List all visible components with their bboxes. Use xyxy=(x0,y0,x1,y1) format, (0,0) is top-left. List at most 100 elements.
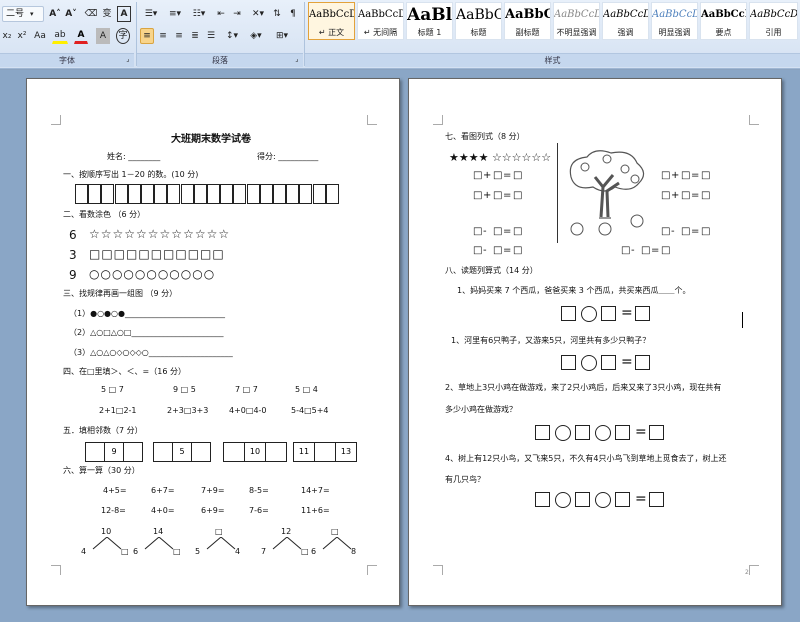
style-normal[interactable]: AaBbCcDc ↵ 正文 xyxy=(308,2,355,40)
answer-box[interactable]: □ xyxy=(513,190,522,201)
change-case-button[interactable]: Aa xyxy=(31,28,49,44)
operator-circle[interactable] xyxy=(555,425,571,441)
number-box[interactable] xyxy=(273,184,286,204)
number-box[interactable] xyxy=(193,184,207,204)
subscript-button[interactable]: x₂ xyxy=(0,28,14,44)
number-box[interactable] xyxy=(207,184,220,204)
answer-square[interactable] xyxy=(635,306,650,321)
answer-square[interactable] xyxy=(635,355,650,370)
phonetic-guide-button[interactable]: 变 xyxy=(100,6,114,22)
chinese-layout-icon[interactable]: ✕▾ xyxy=(248,6,268,22)
number-box[interactable] xyxy=(114,184,128,204)
char-shading-button[interactable]: A xyxy=(96,28,110,44)
answer-box[interactable]: □ xyxy=(701,190,710,201)
decrease-indent-icon[interactable]: ⇤ xyxy=(214,6,228,22)
answer-box[interactable]: □ xyxy=(681,226,690,237)
number-box[interactable] xyxy=(154,184,168,204)
answer-box[interactable]: □ xyxy=(681,190,690,201)
answer-square[interactable] xyxy=(561,355,576,370)
align-right-icon[interactable]: ≡ xyxy=(172,28,186,44)
style-subtle-emphasis[interactable]: AaBbCcD 不明显强调 xyxy=(553,2,600,40)
operator-circle[interactable] xyxy=(595,492,611,508)
bullets-icon[interactable]: ☰▾ xyxy=(140,6,162,22)
style-no-spacing[interactable]: AaBbCcDc ↵ 无间隔 xyxy=(357,2,404,40)
answer-box[interactable]: □ xyxy=(513,170,522,181)
answer-square[interactable] xyxy=(601,355,616,370)
number-box[interactable] xyxy=(141,184,154,204)
answer-box[interactable]: □ xyxy=(661,170,670,181)
number-box[interactable] xyxy=(167,184,181,204)
operator-circle[interactable] xyxy=(581,355,597,371)
answer-square[interactable] xyxy=(615,425,630,440)
borders-icon[interactable]: ⊞▾ xyxy=(270,28,294,44)
answer-square[interactable] xyxy=(535,492,550,507)
number-box[interactable] xyxy=(88,184,102,204)
operator-circle[interactable] xyxy=(555,492,571,508)
grow-font-button[interactable]: A˄ xyxy=(48,6,62,22)
answer-square[interactable] xyxy=(575,492,590,507)
answer-box[interactable]: □ xyxy=(661,226,670,237)
answer-box[interactable]: □ xyxy=(493,245,502,256)
style-strong[interactable]: AaBbCcD 要点 xyxy=(700,2,747,40)
answer-box[interactable]: □ xyxy=(473,245,482,256)
font-color-button[interactable]: A xyxy=(74,28,88,44)
clear-format-icon[interactable]: ⌫ xyxy=(84,6,98,22)
number-box[interactable] xyxy=(75,184,88,204)
answer-square[interactable] xyxy=(575,425,590,440)
operator-circle[interactable] xyxy=(595,425,611,441)
answer-box[interactable]: □ xyxy=(493,190,502,201)
line-spacing-icon[interactable]: ↕▾ xyxy=(222,28,242,44)
answer-box[interactable]: □ xyxy=(621,245,630,256)
numbering-icon[interactable]: ≡▾ xyxy=(164,6,186,22)
answer-box[interactable]: □ xyxy=(661,245,670,256)
answer-box[interactable]: □ xyxy=(701,226,710,237)
style-title[interactable]: AaBbC 标题 xyxy=(455,2,502,40)
answer-box[interactable]: □ xyxy=(513,245,522,256)
style-heading-1[interactable]: AaBl 标题 1 xyxy=(406,2,453,40)
answer-square[interactable] xyxy=(561,306,576,321)
multilevel-list-icon[interactable]: ☷▾ xyxy=(188,6,210,22)
enclose-char-button[interactable]: 字 xyxy=(116,28,130,44)
answer-box[interactable]: □ xyxy=(681,170,690,181)
answer-box[interactable]: □ xyxy=(493,170,502,181)
number-box[interactable] xyxy=(299,184,313,204)
shrink-font-button[interactable]: A˅ xyxy=(64,6,78,22)
superscript-button[interactable]: x² xyxy=(15,28,29,44)
answer-box[interactable]: □ xyxy=(701,170,710,181)
shading-icon[interactable]: ◈▾ xyxy=(246,28,266,44)
justify-icon[interactable]: ≣ xyxy=(188,28,202,44)
number-box[interactable] xyxy=(180,184,194,204)
number-box[interactable] xyxy=(286,184,300,204)
number-box[interactable] xyxy=(259,184,273,204)
font-size-select[interactable]: 二号 ▾ xyxy=(2,6,44,22)
highlight-button[interactable]: ab xyxy=(52,28,68,44)
answer-box[interactable]: □ xyxy=(473,170,482,181)
number-box[interactable] xyxy=(325,184,339,204)
number-box[interactable] xyxy=(220,184,234,204)
char-border-button[interactable]: A xyxy=(117,6,131,22)
answer-box[interactable]: □ xyxy=(473,190,482,201)
answer-box[interactable]: □ xyxy=(493,226,502,237)
page-1[interactable]: 大班期末数学试卷 姓名: ________ 得分: __________ 一、按… xyxy=(26,78,400,606)
number-box[interactable] xyxy=(127,184,141,204)
answer-box[interactable]: □ xyxy=(661,190,670,201)
page-2[interactable]: 七、看图列式（8 分） ★★★★ ☆☆☆☆☆☆ 八、读题列算式（14 分） 1、… xyxy=(408,78,782,606)
answer-square[interactable] xyxy=(649,425,664,440)
distribute-icon[interactable]: ☰ xyxy=(204,28,218,44)
answer-box[interactable]: □ xyxy=(473,226,482,237)
answer-square[interactable] xyxy=(649,492,664,507)
style-emphasis[interactable]: AaBbCcD 强调 xyxy=(602,2,649,40)
number-box[interactable] xyxy=(246,184,260,204)
style-subtitle[interactable]: AaBbC 副标题 xyxy=(504,2,551,40)
operator-circle[interactable] xyxy=(581,306,597,322)
number-box[interactable] xyxy=(312,184,326,204)
answer-square[interactable] xyxy=(615,492,630,507)
number-box[interactable] xyxy=(233,184,247,204)
increase-indent-icon[interactable]: ⇥ xyxy=(230,6,244,22)
style-quote[interactable]: AaBbCcD 引用 xyxy=(749,2,798,40)
document-area[interactable]: 大班期末数学试卷 姓名: ________ 得分: __________ 一、按… xyxy=(0,70,800,622)
answer-square[interactable] xyxy=(535,425,550,440)
show-marks-icon[interactable]: ¶ xyxy=(286,6,300,22)
style-intense-emphasis[interactable]: AaBbCcD 明显强调 xyxy=(651,2,698,40)
align-center-icon[interactable]: ≡ xyxy=(156,28,170,44)
